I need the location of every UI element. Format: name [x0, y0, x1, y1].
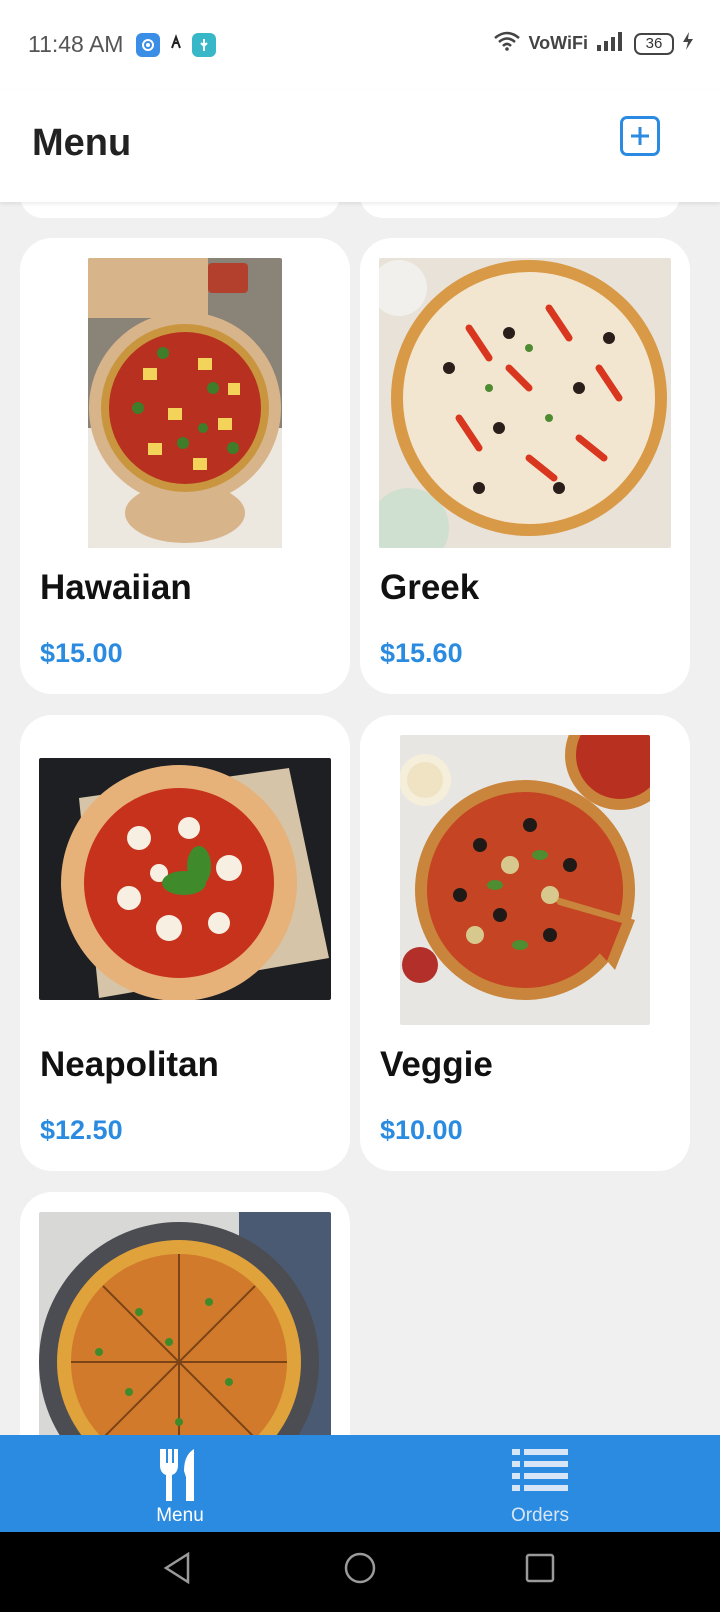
nav-item-orders[interactable]: Orders: [360, 1435, 720, 1532]
menu-card-veggie[interactable]: Veggie $10.00: [360, 715, 690, 1171]
signal-icon: [596, 31, 626, 56]
pizza-image: [39, 1212, 331, 1435]
pizza-image: [88, 258, 282, 548]
menu-card-neapolitan[interactable]: Neapolitan $12.50: [20, 715, 350, 1171]
plus-icon: [631, 127, 649, 145]
notification-icons: [136, 33, 216, 57]
menu-item-price: $15.60: [380, 638, 463, 668]
fork-knife-icon: [160, 1449, 194, 1501]
menu-card-previous[interactable]: [20, 202, 340, 218]
battery-icon: 36: [634, 32, 674, 55]
page-title: Menu: [32, 122, 132, 164]
pizza-image: [400, 735, 650, 1025]
menu-item-name: Hawaiian: [40, 568, 192, 607]
list-icon: [512, 1449, 568, 1491]
menu-item-name: Greek: [380, 568, 480, 607]
add-item-button[interactable]: [620, 116, 660, 156]
menu-card-partial[interactable]: [20, 1192, 350, 1435]
home-icon[interactable]: [342, 1550, 378, 1586]
menu-item-price: $10.00: [380, 1115, 463, 1145]
back-icon[interactable]: [162, 1550, 192, 1586]
usb-icon: [192, 33, 216, 57]
recents-icon[interactable]: [524, 1550, 556, 1586]
status-time: 11:48 AM: [28, 31, 124, 57]
nav-label-orders: Orders: [510, 1505, 570, 1526]
status-right: VoWiFi 36: [493, 31, 695, 56]
bottom-nav: Menu Orders: [0, 1435, 720, 1532]
network-type: VoWiFi: [528, 33, 589, 53]
menu-card-greek[interactable]: Greek $15.60: [360, 238, 690, 694]
settings-icon: [136, 33, 160, 57]
app-bar: Menu: [0, 90, 720, 202]
menu-item-price: $12.50: [40, 1115, 123, 1145]
menu-card-previous[interactable]: [360, 202, 680, 218]
app-notification-icon: [168, 33, 184, 57]
menu-item-name: Neapolitan: [40, 1045, 219, 1084]
nav-label-menu: Menu: [156, 1505, 204, 1526]
battery-level: 36: [645, 35, 663, 52]
charging-icon: [682, 31, 694, 56]
menu-item-price: $15.00: [40, 638, 123, 668]
menu-grid[interactable]: Hawaiian $15.00 Greek $15.60 Neapolitan: [0, 202, 720, 1435]
menu-item-name: Veggie: [380, 1045, 493, 1084]
status-bar: 11:48 AM VoWiFi 36: [0, 0, 720, 90]
pizza-image: [39, 758, 331, 1000]
nav-item-menu[interactable]: Menu: [0, 1435, 360, 1532]
pizza-image: [379, 258, 671, 548]
wifi-icon: [493, 31, 521, 56]
menu-card-hawaiian[interactable]: Hawaiian $15.00: [20, 238, 350, 694]
system-nav-bar: [0, 1532, 720, 1612]
